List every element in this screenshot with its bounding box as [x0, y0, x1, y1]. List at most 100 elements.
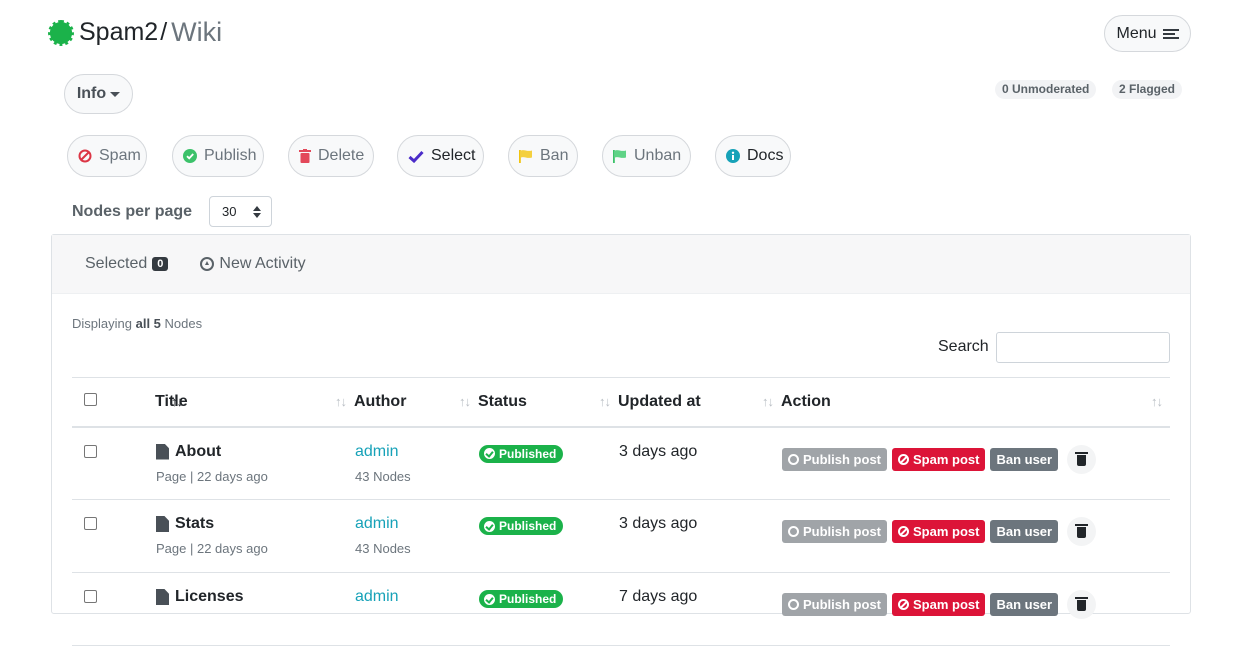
node-title-link[interactable]: Licenses	[156, 588, 353, 606]
column-header-status[interactable]: Status ↑↓	[478, 377, 618, 428]
sort-arrows-icon: ↑↓	[335, 394, 347, 409]
unban-button-label: Unban	[634, 147, 682, 164]
updated-at: 3 days ago	[618, 426, 781, 500]
check-circle-icon	[484, 520, 495, 532]
spam-post-button[interactable]: Spam post	[892, 520, 986, 543]
column-header-author[interactable]: Author ↑↓	[354, 377, 478, 428]
trash-icon	[1075, 451, 1089, 466]
status-badge: Published	[479, 517, 564, 535]
flagged-count-badge[interactable]: 2 Flagged	[1112, 80, 1183, 99]
table-row: About Page | 22 days ago admin 43 Nodes …	[72, 426, 1170, 500]
sort-header[interactable]: ↑↓	[124, 377, 183, 428]
nodes-table: ↑↓ Title ↑↓ Author ↑↓ Status ↑↓ Updated …	[72, 377, 1170, 646]
sort-arrows-icon: ↑↓	[599, 394, 611, 409]
delete-button[interactable]: Delete	[288, 135, 374, 177]
selected-count-badge: 0	[152, 257, 169, 271]
docs-button-label: Docs	[747, 147, 784, 164]
check-circle-icon	[484, 593, 495, 605]
delete-button-label: Delete	[318, 147, 365, 164]
status-badge: Published	[479, 590, 564, 608]
sort-arrows-icon: ↑↓	[459, 394, 471, 409]
trash-icon	[1075, 597, 1089, 611]
spam-button-label: Spam	[99, 147, 141, 164]
unmoderated-count-badge[interactable]: 0 Unmoderated	[995, 80, 1097, 99]
hamburger-icon	[1162, 27, 1179, 41]
select-button-label: Select	[431, 147, 476, 164]
info-label: Info	[76, 85, 107, 102]
tab-selected-label: Selected	[85, 255, 148, 272]
column-header-action[interactable]: Action ↑↓	[781, 377, 1170, 428]
site-name[interactable]: Spam2	[79, 18, 158, 47]
displaying-info: Displaying all 5 Nodes	[72, 316, 203, 331]
tab-new-activity[interactable]: New Activity	[200, 255, 306, 273]
check-circle-icon	[484, 448, 495, 459]
ban-user-button[interactable]: Ban user	[990, 593, 1059, 616]
nodes-per-page-value: 30	[222, 204, 237, 219]
author-link[interactable]: admin	[355, 588, 477, 606]
nodes-per-page-label: Nodes per page	[72, 203, 193, 220]
unban-button[interactable]: Unban	[602, 135, 691, 177]
delete-row-button[interactable]	[1067, 444, 1097, 474]
author-node-count: 43 Nodes	[355, 541, 411, 556]
tab-new-activity-label: New Activity	[219, 255, 306, 272]
ban-button[interactable]: Ban	[508, 135, 578, 177]
document-icon	[156, 516, 169, 532]
breadcrumb-separator: /	[160, 18, 168, 46]
publish-post-button[interactable]: Publish post	[782, 447, 887, 471]
page-title: Wiki	[171, 17, 223, 47]
row-checkbox[interactable]	[84, 444, 97, 458]
nodes-panel: Selected 0 New Activity Displaying all 5…	[51, 234, 1191, 646]
caret-down-icon	[110, 91, 121, 97]
ban-icon	[898, 526, 909, 537]
search-input[interactable]	[996, 332, 1170, 363]
table-row: Stats Page | 22 days ago admin 43 Nodes …	[72, 499, 1170, 573]
spam-button[interactable]: Spam	[67, 135, 147, 177]
row-checkbox[interactable]	[84, 517, 97, 530]
sort-arrows-icon: ↑↓	[1151, 394, 1163, 409]
ban-user-button[interactable]: Ban user	[990, 520, 1059, 543]
select-button[interactable]: Select	[397, 135, 484, 177]
docs-button[interactable]: Docs	[715, 135, 791, 177]
trash-icon	[1075, 524, 1089, 538]
author-link[interactable]: admin	[355, 515, 477, 533]
status-badge: Published	[479, 444, 564, 463]
check-circle-icon	[183, 149, 197, 163]
flag-icon	[613, 149, 627, 163]
site-logo-icon	[48, 19, 74, 46]
select-all-checkbox[interactable]	[84, 392, 97, 406]
author-node-count: 43 Nodes	[355, 468, 411, 484]
menu-button[interactable]: Menu	[1104, 15, 1191, 52]
publish-post-button[interactable]: Publish post	[782, 593, 887, 616]
row-checkbox[interactable]	[84, 590, 97, 603]
check-circle-icon	[788, 599, 799, 610]
trash-icon	[299, 149, 311, 163]
flag-icon	[519, 149, 533, 163]
node-meta: Page | 22 days ago	[156, 541, 268, 556]
check-circle-icon	[788, 453, 799, 465]
column-header-title[interactable]: Title ↑↓	[155, 377, 354, 428]
document-icon	[156, 443, 169, 460]
publish-post-button[interactable]: Publish post	[782, 520, 887, 543]
panel-tabs: Selected 0 New Activity	[52, 235, 1190, 294]
select-arrows-icon	[253, 206, 261, 218]
document-icon	[156, 589, 169, 605]
tab-selected[interactable]: Selected 0	[85, 255, 169, 273]
checkmark-icon	[408, 150, 424, 163]
info-dropdown-button[interactable]: Info	[64, 74, 133, 114]
node-title-link[interactable]: Stats	[156, 515, 353, 533]
brand[interactable]: Spam2 / Wiki	[48, 17, 223, 48]
table-row: Licenses admin Published 7 days ago Publ…	[72, 572, 1170, 646]
column-header-updated[interactable]: Updated at ↑↓	[618, 377, 781, 428]
nodes-per-page-select[interactable]: 30	[209, 196, 272, 227]
ban-icon	[898, 453, 909, 465]
arrow-up-circle-icon	[200, 257, 215, 271]
ban-user-button[interactable]: Ban user	[990, 447, 1059, 471]
delete-row-button[interactable]	[1067, 517, 1097, 546]
ban-button-label: Ban	[540, 147, 569, 164]
delete-row-button[interactable]	[1067, 590, 1097, 619]
publish-button[interactable]: Publish	[172, 135, 264, 177]
spam-post-button[interactable]: Spam post	[892, 447, 986, 471]
author-link[interactable]: admin	[355, 443, 477, 461]
node-title-link[interactable]: About	[156, 443, 353, 461]
spam-post-button[interactable]: Spam post	[892, 593, 986, 616]
